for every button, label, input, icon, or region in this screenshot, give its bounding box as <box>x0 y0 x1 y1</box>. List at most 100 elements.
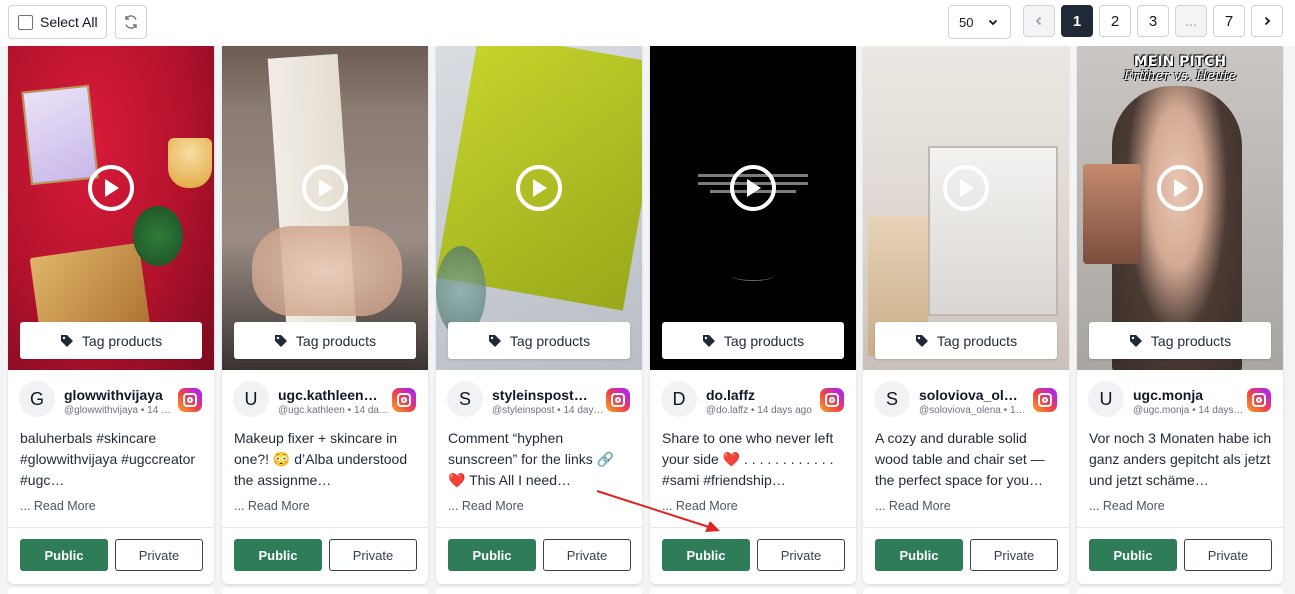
tag-products-label: Tag products <box>723 332 805 349</box>
page-button-3[interactable]: 3 <box>1137 5 1169 37</box>
post-meta: @ugc.monja • 14 days ago <box>1133 405 1245 416</box>
per-page-value: 50 <box>959 14 974 30</box>
post-age: 14 days ago <box>1198 405 1245 416</box>
prev-page-button[interactable] <box>1023 5 1055 37</box>
handle: @soloviova_olena <box>919 405 1001 416</box>
post-caption: baluherbals #skincare #glowwithvijaya #u… <box>20 430 196 488</box>
divider <box>650 527 856 528</box>
page-button-7[interactable]: 7 <box>1213 5 1245 37</box>
divider <box>222 527 428 528</box>
next-row-card <box>1077 588 1283 594</box>
post-card: Tag products G glowwithvijaya @glowwithv… <box>8 46 214 584</box>
play-icon[interactable] <box>516 165 562 211</box>
read-more-link[interactable]: ... Read More <box>20 499 96 513</box>
private-button[interactable]: Private <box>757 539 845 571</box>
public-button[interactable]: Public <box>234 539 322 571</box>
instagram-icon <box>392 388 416 412</box>
private-button[interactable]: Private <box>970 539 1058 571</box>
overlay-title: MEIN PITCH <box>1133 54 1227 70</box>
avatar: D <box>661 381 697 417</box>
username[interactable]: ugc.monja <box>1133 387 1245 403</box>
page-button-2[interactable]: 2 <box>1099 5 1131 37</box>
next-row-card <box>8 588 214 594</box>
avatar: U <box>233 381 269 417</box>
play-icon[interactable] <box>1157 165 1203 211</box>
post-card: Tag products D do.laffz @do.laffz • 14 d… <box>650 46 856 584</box>
tag-products-button[interactable]: Tag products <box>662 322 844 359</box>
page-label: 1 <box>1072 12 1082 30</box>
post-meta: @do.laffz • 14 days ago <box>706 405 812 416</box>
checkbox-icon[interactable] <box>18 14 33 30</box>
refresh-icon <box>125 15 137 29</box>
select-all-checkbox[interactable]: Select All <box>8 5 107 39</box>
public-button[interactable]: Public <box>875 539 963 571</box>
username[interactable]: ugc.kathleen… <box>278 387 390 403</box>
play-icon[interactable] <box>88 165 134 211</box>
private-button[interactable]: Private <box>543 539 631 571</box>
post-age: 14 days ago <box>563 405 604 416</box>
tag-products-button[interactable]: Tag products <box>234 322 416 359</box>
play-icon[interactable] <box>943 165 989 211</box>
divider <box>1077 527 1283 528</box>
post-thumbnail[interactable]: Tag products <box>650 46 856 370</box>
post-age: 14 days ago <box>147 405 176 416</box>
play-icon[interactable] <box>730 165 776 211</box>
post-card: Tag products U ugc.kathleen… @ugc.kathle… <box>222 46 428 584</box>
post-meta: @styleinspost • 14 days ago <box>492 405 604 416</box>
post-thumbnail[interactable]: Tag products <box>436 46 642 370</box>
per-page-select[interactable]: 50 <box>948 5 1011 39</box>
page-label: 2 <box>1110 12 1120 30</box>
post-card: Tag products S soloviova_ol… @soloviova_… <box>863 46 1069 584</box>
page-label: ... <box>1184 12 1198 30</box>
page-button-1[interactable]: 1 <box>1061 5 1093 37</box>
next-row-card <box>222 588 428 594</box>
tag-products-button[interactable]: Tag products <box>1089 322 1271 359</box>
refresh-button[interactable] <box>115 5 147 39</box>
post-thumbnail[interactable]: Tag products <box>222 46 428 370</box>
username[interactable]: glowwithvijaya <box>64 387 176 403</box>
post-thumbnail[interactable]: MEIN PITCH Früher vs. Heute Tag products <box>1077 46 1283 370</box>
public-button[interactable]: Public <box>1089 539 1177 571</box>
post-caption: A cozy and durable solid wood table and … <box>875 430 1045 488</box>
tag-products-label: Tag products <box>81 332 163 349</box>
public-button[interactable]: Public <box>20 539 108 571</box>
read-more-link[interactable]: ... Read More <box>448 499 524 513</box>
private-button[interactable]: Private <box>329 539 417 571</box>
read-more-link[interactable]: ... Read More <box>234 499 310 513</box>
post-thumbnail[interactable]: Tag products <box>863 46 1069 370</box>
username[interactable]: soloviova_ol… <box>919 387 1031 403</box>
signature-scribble <box>732 271 774 281</box>
tag-products-button[interactable]: Tag products <box>875 322 1057 359</box>
tag-products-button[interactable]: Tag products <box>448 322 630 359</box>
table-image <box>928 146 1058 316</box>
instagram-icon <box>1033 388 1057 412</box>
read-more-link[interactable]: ... Read More <box>875 499 951 513</box>
read-more-link[interactable]: ... Read More <box>662 499 738 513</box>
username[interactable]: styleinspost… <box>492 387 604 403</box>
post-age: 14 days ago <box>757 405 812 416</box>
page-label: 7 <box>1224 12 1234 30</box>
avatar: S <box>447 381 483 417</box>
public-button[interactable]: Public <box>662 539 750 571</box>
post-thumbnail[interactable]: Tag products <box>8 46 214 370</box>
private-button[interactable]: Private <box>1184 539 1272 571</box>
tag-products-label: Tag products <box>295 332 377 349</box>
tag-products-button[interactable]: Tag products <box>20 322 202 359</box>
play-icon[interactable] <box>302 165 348 211</box>
private-button[interactable]: Private <box>115 539 203 571</box>
read-more-link[interactable]: ... Read More <box>1089 499 1165 513</box>
tag-products-label: Tag products <box>1150 332 1232 349</box>
next-page-button[interactable] <box>1251 5 1283 37</box>
instagram-icon <box>606 388 630 412</box>
handle: @ugc.kathleen <box>278 405 345 416</box>
chevron-left-icon <box>1035 16 1042 26</box>
candle-image <box>168 138 212 188</box>
post-meta: @soloviova_olena • 14 days ago <box>919 405 1031 416</box>
post-age: 14 days ago <box>1009 405 1031 416</box>
page-label: 3 <box>1148 12 1158 30</box>
public-button[interactable]: Public <box>448 539 536 571</box>
username[interactable]: do.laffz <box>706 387 818 403</box>
inset-person-image <box>1083 164 1141 264</box>
overlay-subtitle: Früher vs. Heute <box>1123 69 1237 84</box>
hand-image <box>252 226 402 316</box>
